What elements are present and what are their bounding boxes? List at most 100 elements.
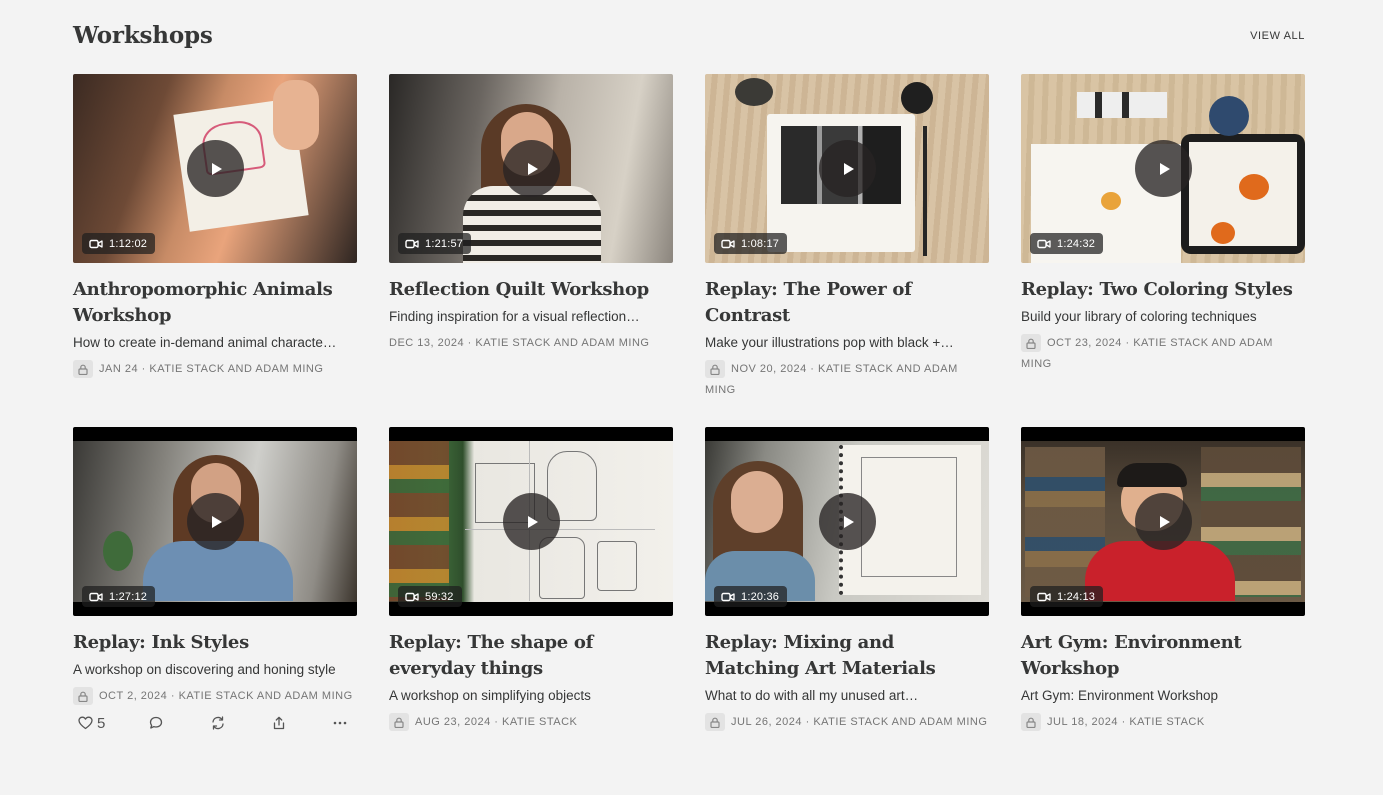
workshop-card[interactable]: 1:24:32 Replay: Two Coloring Styles Buil… — [1021, 74, 1305, 375]
card-title[interactable]: Replay: Ink Styles — [73, 630, 357, 656]
play-button[interactable] — [503, 493, 560, 550]
duration-badge: 59:32 — [398, 586, 462, 607]
card-subtitle: How to create in-demand animal characte… — [73, 335, 337, 350]
card-meta: NOV 20, 2024 · KATIE STACK AND ADAM MING — [705, 359, 989, 401]
card-date: JAN 24 — [99, 363, 139, 375]
duration-text: 1:12:02 — [109, 237, 148, 250]
workshop-card[interactable]: 59:32 Replay: The shape of everyday thin… — [389, 427, 673, 733]
card-authors: KATIE STACK AND ADAM MING — [149, 363, 324, 375]
card-subtitle: A workshop on discovering and honing sty… — [73, 662, 336, 677]
workshop-card[interactable]: 1:24:13 Art Gym: Environment Workshop Ar… — [1021, 427, 1305, 733]
card-title[interactable]: Replay: Two Coloring Styles — [1021, 277, 1305, 303]
lock-icon — [73, 360, 93, 379]
play-button[interactable] — [187, 140, 244, 197]
card-title[interactable]: Replay: The Power of Contrast — [705, 277, 989, 329]
card-subtitle: A workshop on simplifying objects — [389, 688, 591, 703]
card-meta: DEC 13, 2024 · KATIE STACK AND ADAM MING — [389, 337, 650, 349]
workshop-card[interactable]: 1:20:36 Replay: Mixing and Matching Art … — [705, 427, 989, 733]
duration-text: 1:24:32 — [1057, 237, 1096, 250]
video-thumbnail[interactable]: 1:08:17 — [705, 74, 989, 263]
workshop-card[interactable]: 1:27:12 Replay: Ink Styles A workshop on… — [73, 427, 357, 733]
video-thumbnail[interactable]: 1:12:02 — [73, 74, 357, 263]
video-camera-icon — [89, 592, 103, 601]
card-meta: JAN 24 · KATIE STACK AND ADAM MING — [73, 359, 357, 380]
video-thumbnail[interactable]: 1:24:13 — [1021, 427, 1305, 616]
card-date: AUG 23, 2024 — [415, 716, 491, 728]
card-meta: JUL 26, 2024 · KATIE STACK AND ADAM MING — [705, 712, 989, 733]
workshop-card[interactable]: 1:12:02 Anthropomorphic Animals Workshop… — [73, 74, 357, 380]
card-subtitle: What to do with all my unused art… — [705, 688, 919, 703]
play-icon — [527, 515, 538, 528]
lock-icon — [705, 360, 725, 379]
like-count: 5 — [97, 714, 106, 732]
card-meta: OCT 23, 2024 · KATIE STACK AND ADAM MING — [1021, 333, 1305, 375]
more-icon — [334, 721, 347, 725]
heart-icon — [78, 716, 93, 730]
card-authors: KATIE STACK — [502, 716, 578, 728]
video-camera-icon — [405, 592, 419, 601]
restack-button[interactable] — [211, 716, 225, 730]
post-actions: 5 — [73, 713, 357, 733]
card-meta: AUG 23, 2024 · KATIE STACK — [389, 712, 673, 733]
card-authors: KATIE STACK AND ADAM MING — [813, 716, 988, 728]
duration-text: 1:27:12 — [109, 590, 148, 603]
more-button[interactable] — [333, 721, 347, 725]
like-button[interactable]: 5 — [78, 715, 105, 732]
play-icon — [527, 162, 538, 175]
play-button[interactable] — [1135, 493, 1192, 550]
workshop-card[interactable]: 1:21:57 Reflection Quilt Workshop Findin… — [389, 74, 673, 354]
lock-icon — [73, 687, 93, 706]
comment-button[interactable] — [149, 716, 163, 730]
video-thumbnail[interactable]: 1:21:57 — [389, 74, 673, 263]
card-subtitle: Build your library of coloring technique… — [1021, 309, 1257, 324]
duration-text: 59:32 — [425, 590, 454, 603]
play-icon — [1159, 515, 1170, 528]
card-date: OCT 2, 2024 — [99, 690, 168, 702]
card-title[interactable]: Replay: Mixing and Matching Art Material… — [705, 630, 989, 682]
duration-badge: 1:24:32 — [1030, 233, 1104, 254]
duration-badge: 1:24:13 — [1030, 586, 1104, 607]
card-title[interactable]: Replay: The shape of everyday things — [389, 630, 673, 682]
play-button[interactable] — [819, 493, 876, 550]
card-date: JUL 26, 2024 — [731, 716, 803, 728]
video-camera-icon — [89, 239, 103, 248]
workshop-card[interactable]: 1:08:17 Replay: The Power of Contrast Ma… — [705, 74, 989, 401]
play-button[interactable] — [187, 493, 244, 550]
duration-badge: 1:27:12 — [82, 586, 156, 607]
play-icon — [211, 162, 222, 175]
duration-badge: 1:08:17 — [714, 233, 788, 254]
duration-badge: 1:21:57 — [398, 233, 472, 254]
view-all-link[interactable]: VIEW ALL — [1250, 30, 1305, 42]
duration-badge: 1:20:36 — [714, 586, 788, 607]
play-icon — [1159, 162, 1170, 175]
restack-icon — [212, 716, 224, 730]
card-date: OCT 23, 2024 — [1047, 337, 1122, 349]
play-button[interactable] — [1135, 140, 1192, 197]
share-button[interactable] — [272, 716, 286, 730]
card-date: DEC 13, 2024 — [389, 337, 465, 349]
play-icon — [843, 515, 854, 528]
duration-text: 1:20:36 — [741, 590, 780, 603]
play-button[interactable] — [819, 140, 876, 197]
play-button[interactable] — [503, 140, 560, 197]
video-camera-icon — [721, 592, 735, 601]
duration-text: 1:08:17 — [741, 237, 780, 250]
card-authors: KATIE STACK AND ADAM MING — [178, 690, 353, 702]
video-camera-icon — [405, 239, 419, 248]
card-authors: KATIE STACK — [1129, 716, 1205, 728]
card-subtitle: Art Gym: Environment Workshop — [1021, 688, 1219, 703]
card-date: NOV 20, 2024 — [731, 363, 807, 375]
lock-icon — [389, 713, 409, 732]
duration-badge: 1:12:02 — [82, 233, 156, 254]
video-thumbnail[interactable]: 1:27:12 — [73, 427, 357, 616]
video-thumbnail[interactable]: 59:32 — [389, 427, 673, 616]
card-title[interactable]: Anthropomorphic Animals Workshop — [73, 277, 357, 329]
card-title[interactable]: Art Gym: Environment Workshop — [1021, 630, 1305, 682]
card-meta: JUL 18, 2024 · KATIE STACK — [1021, 712, 1305, 733]
card-title[interactable]: Reflection Quilt Workshop — [389, 277, 673, 303]
section-title: Workshops — [73, 22, 213, 49]
video-thumbnail[interactable]: 1:20:36 — [705, 427, 989, 616]
video-camera-icon — [1037, 592, 1051, 601]
lock-icon — [1021, 334, 1041, 353]
video-thumbnail[interactable]: 1:24:32 — [1021, 74, 1305, 263]
